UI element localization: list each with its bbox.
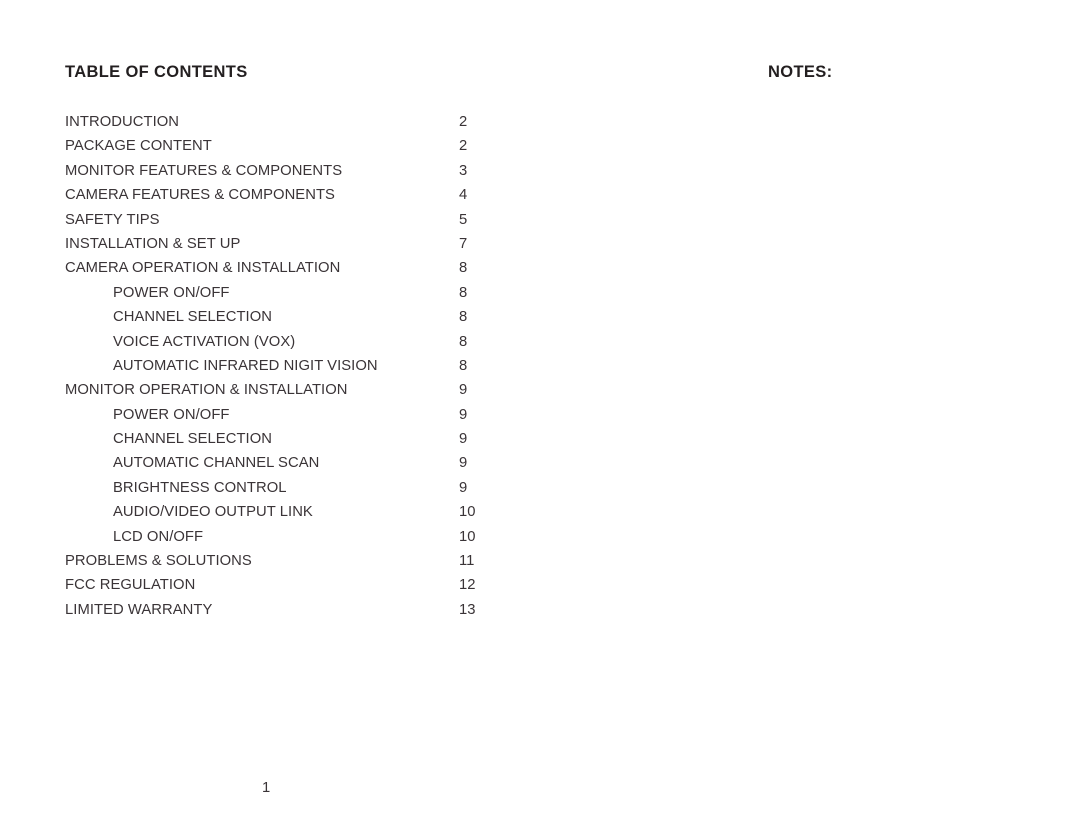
toc-entry[interactable]: MONITOR FEATURES & COMPONENTS 3: [65, 159, 525, 183]
toc-entry-label: MONITOR FEATURES & COMPONENTS: [65, 162, 343, 179]
toc-entry[interactable]: LIMITED WARRANTY 13: [65, 598, 525, 622]
notes-blank-area: [768, 100, 1018, 700]
toc-entry-label: POWER ON/OFF: [113, 284, 230, 301]
toc-entry-page-number: 2: [459, 138, 468, 155]
toc-entry-page-number: 10: [459, 504, 476, 521]
toc-entry-page-number: 5: [459, 211, 468, 228]
toc-entry-page-number: 9: [459, 479, 468, 496]
toc-entry-label: PACKAGE CONTENT: [65, 138, 212, 155]
toc-entry[interactable]: CAMERA FEATURES & COMPONENTS 4: [65, 183, 525, 207]
toc-entry-page-number: 11: [459, 553, 475, 570]
toc-entry-label: CHANNEL SELECTION: [113, 431, 272, 448]
toc-entry-label: FCC REGULATION: [65, 577, 196, 594]
toc-entry[interactable]: SAFETY TIPS 5: [65, 208, 525, 232]
toc-entry-page-number: 8: [459, 309, 468, 326]
toc-entry-label: PROBLEMS & SOLUTIONS: [65, 553, 252, 570]
toc-entry-label: CAMERA OPERATION & INSTALLATION: [65, 260, 341, 277]
toc-entry[interactable]: FCC REGULATION 12: [65, 573, 525, 597]
toc-entry[interactable]: AUDIO/VIDEO OUTPUT LINK 10: [65, 500, 525, 524]
toc-entry-label: INSTALLATION & SET UP: [65, 235, 241, 252]
toc-entry-page-number: 12: [459, 577, 476, 594]
toc-entry-label: CHANNEL SELECTION: [113, 309, 272, 326]
toc-entry[interactable]: INTRODUCTION 2: [65, 110, 525, 134]
toc-entry[interactable]: LCD ON/OFF 10: [65, 525, 525, 549]
toc-entry-page-number: 9: [459, 455, 468, 472]
toc-entry-label: POWER ON/OFF: [113, 406, 230, 423]
toc-entry-label: AUTOMATIC CHANNEL SCAN: [113, 455, 320, 472]
page-number: 1: [262, 780, 271, 796]
toc-entry-label: AUTOMATIC INFRARED NIGIT VISION: [113, 357, 378, 374]
toc-entry-page-number: 8: [459, 260, 468, 277]
toc-entry-page-number: 8: [459, 333, 468, 350]
toc-entry[interactable]: POWER ON/OFF 8: [65, 281, 525, 305]
toc-entry-page-number: 9: [459, 382, 468, 399]
toc-entry[interactable]: POWER ON/OFF 9: [65, 403, 525, 427]
toc-entry[interactable]: MONITOR OPERATION & INSTALLATION 9: [65, 378, 525, 402]
toc-entry-label: INTRODUCTION: [65, 114, 180, 130]
toc-entry[interactable]: VOICE ACTIVATION (VOX) 8: [65, 330, 525, 354]
toc-entry[interactable]: CHANNEL SELECTION 8: [65, 305, 525, 329]
toc-entry-label: BRIGHTNESS CONTROL: [113, 479, 287, 496]
toc-entry-page-number: 3: [459, 162, 468, 179]
toc-entry-label: SAFETY TIPS: [65, 211, 160, 228]
table-of-contents-list: INTRODUCTION 2 PACKAGE CONTENT 2 MONITOR FEA…: [65, 110, 525, 622]
toc-entry[interactable]: INSTALLATION & SET UP 7: [65, 232, 525, 256]
toc-entry[interactable]: AUTOMATIC INFRARED NIGIT VISION 8: [65, 354, 525, 378]
toc-entry-label: CAMERA FEATURES & COMPONENTS: [65, 187, 335, 204]
toc-entry-page-number: 10: [459, 528, 476, 545]
toc-entry-page-number: 9: [459, 406, 468, 423]
toc-entry-label: VOICE ACTIVATION (VOX): [113, 333, 296, 350]
toc-entry-label: LIMITED WARRANTY: [65, 601, 213, 618]
toc-entry-page-number: 4: [459, 187, 468, 204]
table-of-contents-heading: TABLE OF CONTENTS: [65, 63, 248, 81]
toc-entry[interactable]: PACKAGE CONTENT 2: [65, 134, 525, 158]
toc-entry-label: MONITOR OPERATION & INSTALLATION: [65, 382, 348, 399]
toc-entry-page-number: 8: [459, 284, 468, 301]
toc-entry[interactable]: CAMERA OPERATION & INSTALLATION 8: [65, 256, 525, 280]
toc-entry-page-number: 9: [459, 431, 468, 448]
toc-entry[interactable]: PROBLEMS & SOLUTIONS 11: [65, 549, 525, 573]
document-page: TABLE OF CONTENTS NOTES: INTRODUCTION 2 PA…: [0, 0, 1080, 834]
toc-entry-label: LCD ON/OFF: [113, 528, 204, 545]
toc-entry-page-number: 8: [459, 357, 468, 374]
toc-entry-page-number: 2: [459, 114, 468, 130]
notes-heading: NOTES:: [768, 63, 833, 81]
toc-entry-page-number: 7: [459, 235, 468, 252]
toc-entry[interactable]: CHANNEL SELECTION 9: [65, 427, 525, 451]
toc-entry-page-number: 13: [459, 601, 476, 618]
toc-entry-label: AUDIO/VIDEO OUTPUT LINK: [113, 504, 313, 521]
toc-entry[interactable]: AUTOMATIC CHANNEL SCAN 9: [65, 451, 525, 475]
toc-entry[interactable]: BRIGHTNESS CONTROL 9: [65, 476, 525, 500]
